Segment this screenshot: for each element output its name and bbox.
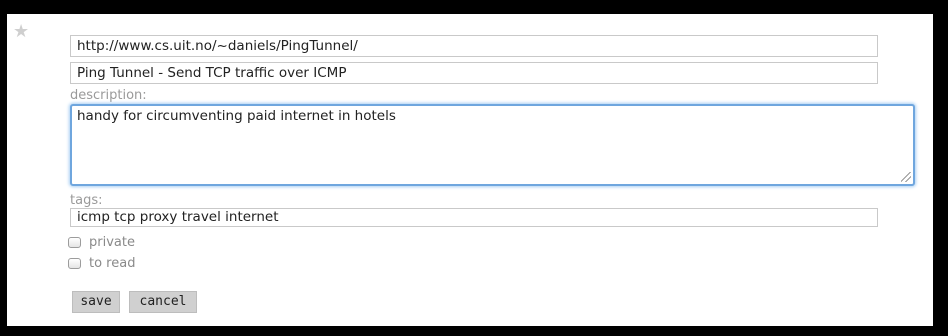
to-read-option[interactable]: to read xyxy=(68,254,135,272)
to-read-checkbox[interactable] xyxy=(68,257,81,269)
to-read-label: to read xyxy=(89,255,136,271)
url-field[interactable]: http://www.cs.uit.no/~daniels/PingTunnel… xyxy=(70,35,878,57)
title-field[interactable]: Ping Tunnel - Send TCP traffic over ICMP xyxy=(70,62,878,84)
save-button[interactable]: save xyxy=(72,291,120,313)
top-black-bar xyxy=(826,3,910,11)
private-checkbox[interactable] xyxy=(68,236,81,248)
private-label: private xyxy=(89,234,135,250)
tags-field[interactable]: icmp tcp proxy travel internet xyxy=(70,208,878,227)
cancel-button[interactable]: cancel xyxy=(129,291,197,313)
private-option[interactable]: private xyxy=(68,233,135,251)
description-textarea[interactable]: handy for circumventing paid internet in… xyxy=(70,104,915,186)
bookmark-edit-form: ★ http://www.cs.uit.no/~daniels/PingTunn… xyxy=(7,14,933,326)
star-icon[interactable]: ★ xyxy=(13,22,33,42)
tags-label: tags: xyxy=(70,193,103,208)
description-text: handy for circumventing paid internet in… xyxy=(77,108,396,124)
description-label: description: xyxy=(70,88,147,103)
resize-grip-icon[interactable] xyxy=(901,172,911,182)
